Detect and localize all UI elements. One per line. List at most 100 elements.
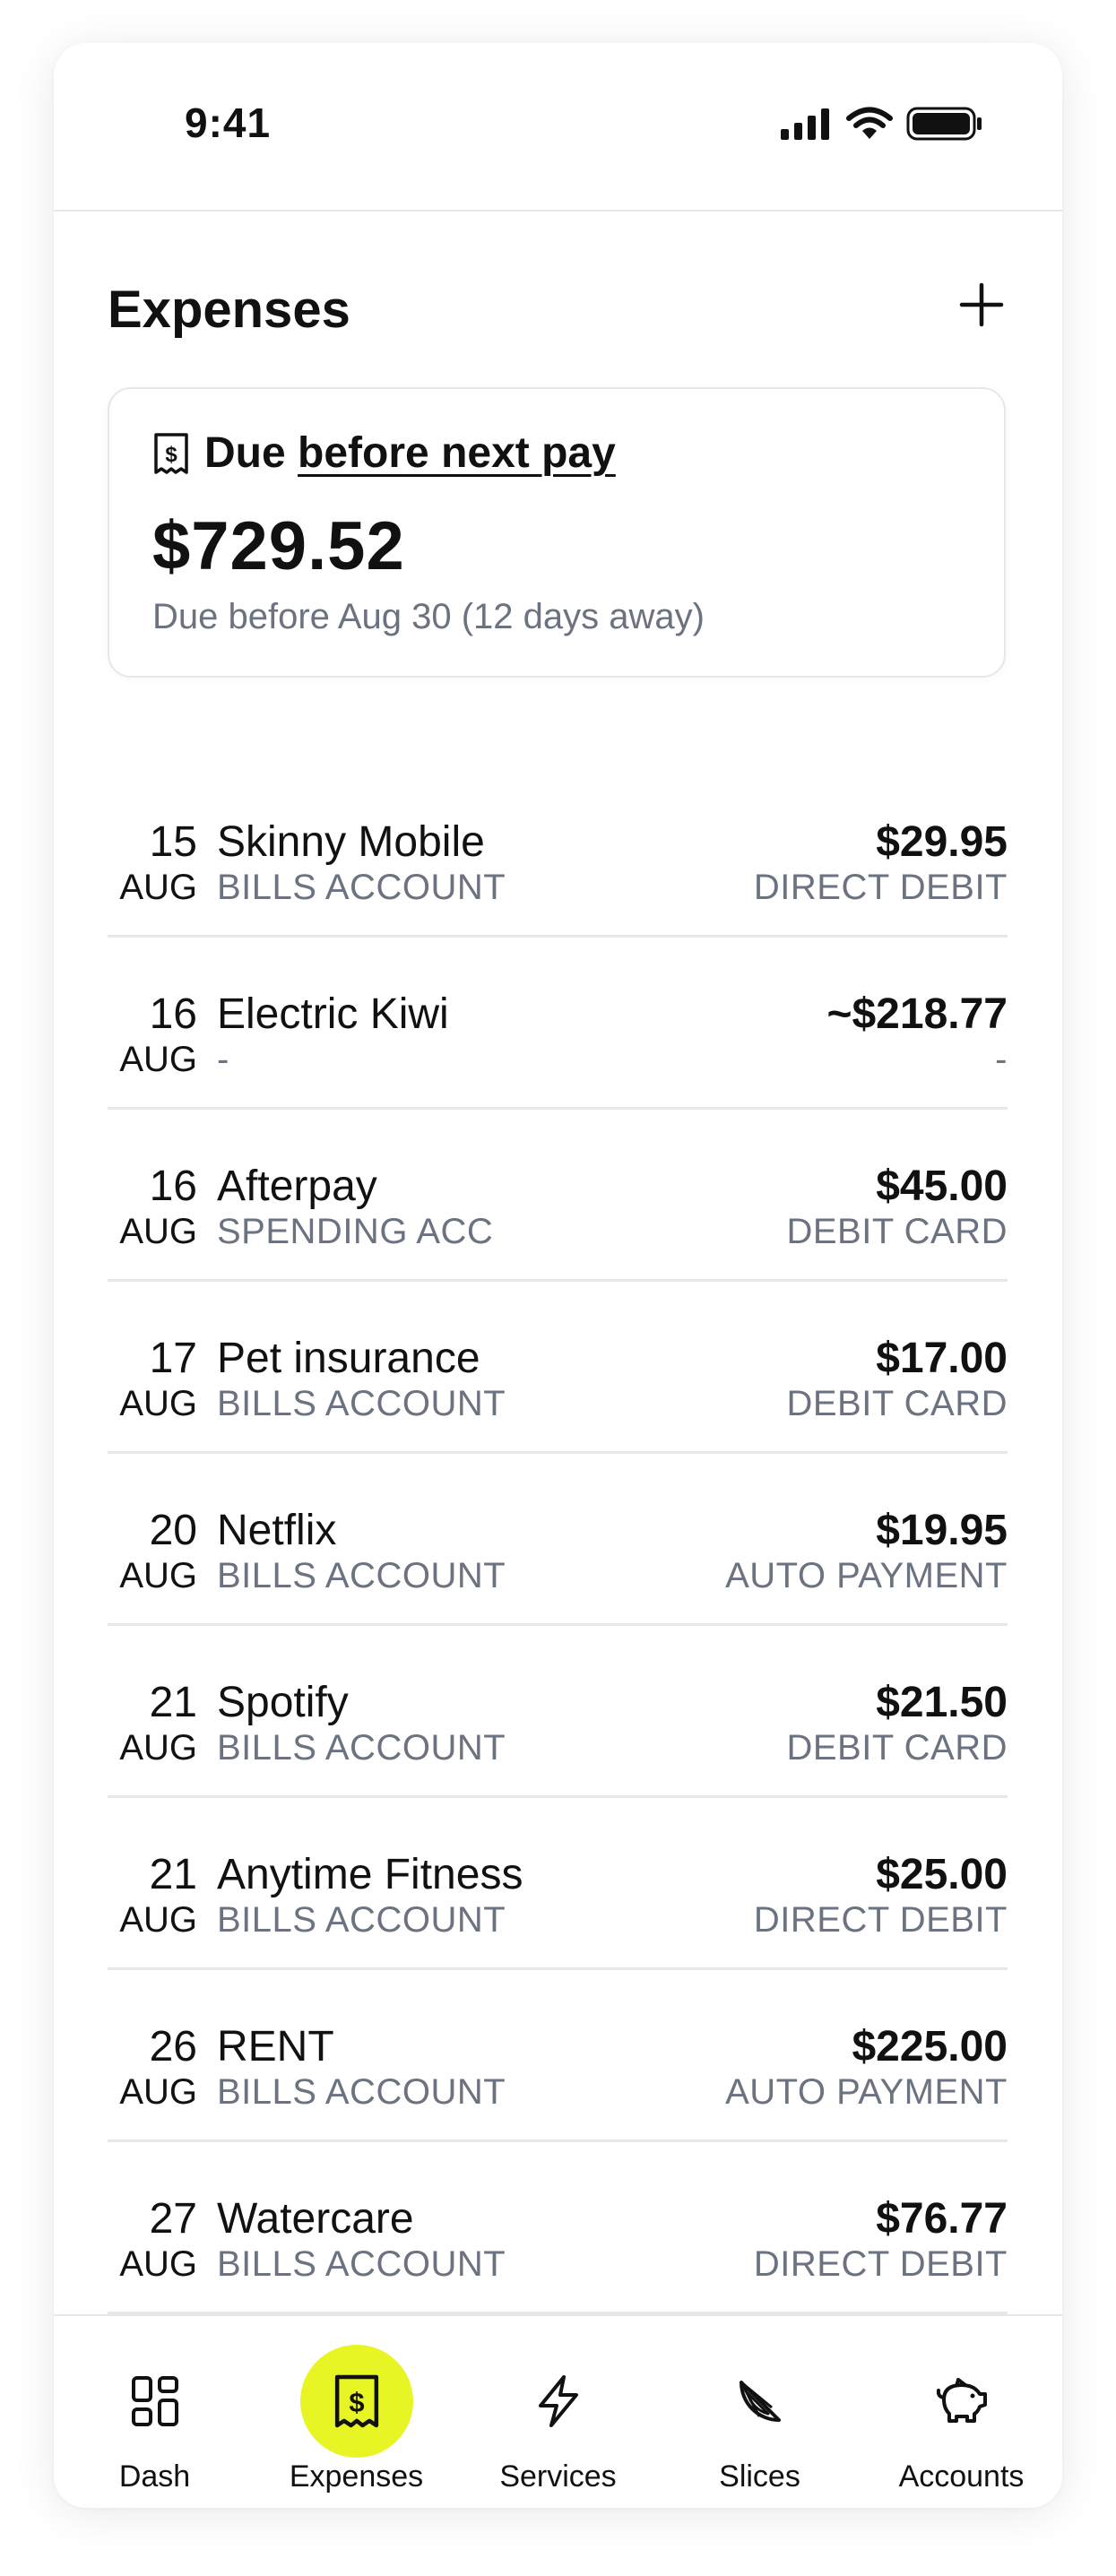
expense-month: AUG (119, 2072, 197, 2112)
due-card-title: Due before next pay (204, 428, 616, 478)
expense-name: Pet insurance (217, 1335, 480, 1382)
piggy-bank-icon (905, 2345, 1018, 2458)
expense-amount: $17.00 (876, 1335, 1008, 1382)
expense-name: Watercare (217, 2195, 414, 2243)
citrus-slice-icon (704, 2345, 817, 2458)
status-bar: 9:41 (54, 43, 1062, 212)
expense-row[interactable]: 15 AUG Skinny Mobile BILLS ACCOUNT $29.95 DIR… (108, 765, 1008, 938)
expense-month: AUG (119, 1212, 197, 1251)
tab-label: Services (499, 2459, 617, 2494)
battery-icon (906, 107, 982, 141)
expense-account: BILLS ACCOUNT (217, 1900, 506, 1940)
phone-screen: 9:41 Expenses $ Due before next pay $729… (54, 43, 1062, 2508)
expense-payment-method: DEBIT CARD (786, 1728, 1008, 1768)
expense-row[interactable]: 16 AUG Electric Kiwi - ~$218.77- (108, 938, 1008, 1110)
expense-name: RENT (217, 2023, 334, 2070)
plus-icon (959, 282, 1004, 327)
expense-day: 15 (149, 818, 197, 866)
expense-account: BILLS ACCOUNT (217, 868, 506, 907)
tab-dash[interactable]: Dash (54, 2316, 255, 2508)
due-period-link[interactable]: before next pay (298, 429, 616, 477)
expense-amount: $25.00 (876, 1851, 1008, 1898)
expense-row[interactable]: 21 AUG Spotify BILLS ACCOUNT $21.50 DEBIT CAR… (108, 1626, 1008, 1798)
expense-name: Spotify (217, 1679, 349, 1726)
due-date-subtitle: Due before Aug 30 (12 days away) (152, 597, 705, 636)
expense-day: 26 (149, 2023, 197, 2070)
expense-amount: $29.95 (876, 818, 1008, 866)
expense-payment-method: AUTO PAYMENT (725, 2072, 1008, 2112)
expense-amount: $19.95 (876, 1507, 1008, 1554)
bottom-tab-bar: Dash $ Expenses Services Slices Accounts (54, 2314, 1062, 2508)
due-card-header: $ Due before next pay (152, 428, 616, 478)
expense-account: BILLS ACCOUNT (217, 2244, 506, 2284)
expense-day: 17 (149, 1335, 197, 1382)
status-time: 9:41 (185, 99, 272, 146)
expense-amount: $21.50 (876, 1679, 1008, 1726)
expense-month: AUG (119, 1728, 197, 1768)
expense-row[interactable]: 16 AUG Afterpay SPENDING ACC $45.00 DEBIT CAR… (108, 1110, 1008, 1282)
expense-amount: $225.00 (852, 2023, 1008, 2070)
expense-month: AUG (119, 2244, 197, 2284)
expense-month: AUG (119, 1040, 197, 1079)
expense-payment-method: DIRECT DEBIT (753, 1900, 1008, 1940)
lightning-icon (502, 2345, 615, 2458)
expense-day: 21 (149, 1679, 197, 1726)
expense-amount: $76.77 (876, 2195, 1008, 2243)
expense-account: BILLS ACCOUNT (217, 1556, 506, 1595)
expense-day: 16 (149, 990, 197, 1038)
due-summary-card: $ Due before next pay $729.52 Due before… (108, 387, 1006, 678)
expense-list: 15 AUG Skinny Mobile BILLS ACCOUNT $29.95 DIR… (108, 765, 1008, 2314)
expense-payment-method: DEBIT CARD (786, 1384, 1008, 1423)
wifi-icon (846, 107, 893, 139)
due-prefix: Due (204, 429, 286, 477)
receipt-icon: $ (299, 2345, 413, 2458)
expense-row[interactable]: 27 AUG Watercare BILLS ACCOUNT $76.77 DIRECT … (108, 2142, 1008, 2314)
expense-account: SPENDING ACC (217, 1212, 494, 1251)
tab-slices[interactable]: Slices (659, 2316, 861, 2508)
expense-day: 16 (149, 1163, 197, 1210)
expense-amount: ~$218.77 (826, 990, 1008, 1038)
expense-payment-method: DIRECT DEBIT (753, 2244, 1008, 2284)
dashboard-grid-icon (99, 2345, 212, 2458)
expense-month: AUG (119, 1556, 197, 1595)
expense-name: Afterpay (217, 1163, 377, 1210)
tab-expenses[interactable]: $ Expenses (255, 2316, 457, 2508)
expense-month: AUG (119, 1384, 197, 1423)
due-amount: $729.52 (152, 508, 405, 584)
expense-day: 27 (149, 2195, 197, 2243)
expense-payment-method: AUTO PAYMENT (725, 1556, 1008, 1595)
expense-month: AUG (119, 868, 197, 907)
expense-row[interactable]: 17 AUG Pet insurance BILLS ACCOUNT $17.00 DEB… (108, 1282, 1008, 1454)
tab-label: Slices (719, 2459, 800, 2494)
add-expense-button[interactable] (955, 278, 1008, 332)
expense-row[interactable]: 21 AUG Anytime Fitness BILLS ACCOUNT $25.00 D… (108, 1798, 1008, 1970)
expense-account: BILLS ACCOUNT (217, 2072, 506, 2112)
expense-day: 20 (149, 1507, 197, 1554)
expense-payment-method: - (995, 1040, 1008, 1079)
expense-account: BILLS ACCOUNT (217, 1384, 506, 1423)
svg-text:$: $ (165, 443, 177, 467)
expense-payment-method: DIRECT DEBIT (753, 868, 1008, 907)
tab-accounts[interactable]: Accounts (861, 2316, 1062, 2508)
tab-label: Expenses (289, 2459, 424, 2494)
expense-name: Skinny Mobile (217, 818, 485, 866)
expense-name: Netflix (217, 1507, 337, 1554)
expense-row[interactable]: 26 AUG RENT BILLS ACCOUNT $225.00 AUTO PAYMEN… (108, 1970, 1008, 2142)
cellular-signal-icon (781, 108, 829, 140)
expense-account: - (217, 1040, 229, 1079)
expense-account: BILLS ACCOUNT (217, 1728, 506, 1768)
tab-services[interactable]: Services (457, 2316, 659, 2508)
expense-name: Anytime Fitness (217, 1851, 523, 1898)
status-icons (779, 106, 983, 142)
page-title: Expenses (108, 281, 350, 339)
expense-name: Electric Kiwi (217, 990, 449, 1038)
expense-amount: $45.00 (876, 1163, 1008, 1210)
expense-payment-method: DEBIT CARD (786, 1212, 1008, 1251)
tab-label: Accounts (898, 2459, 1025, 2494)
expense-month: AUG (119, 1900, 197, 1940)
svg-text:$: $ (349, 2387, 364, 2418)
receipt-icon: $ (154, 432, 188, 474)
expense-row[interactable]: 20 AUG Netflix BILLS ACCOUNT $19.95 AUTO PAYM… (108, 1454, 1008, 1626)
expense-day: 21 (149, 1851, 197, 1898)
tab-label: Dash (118, 2459, 191, 2494)
